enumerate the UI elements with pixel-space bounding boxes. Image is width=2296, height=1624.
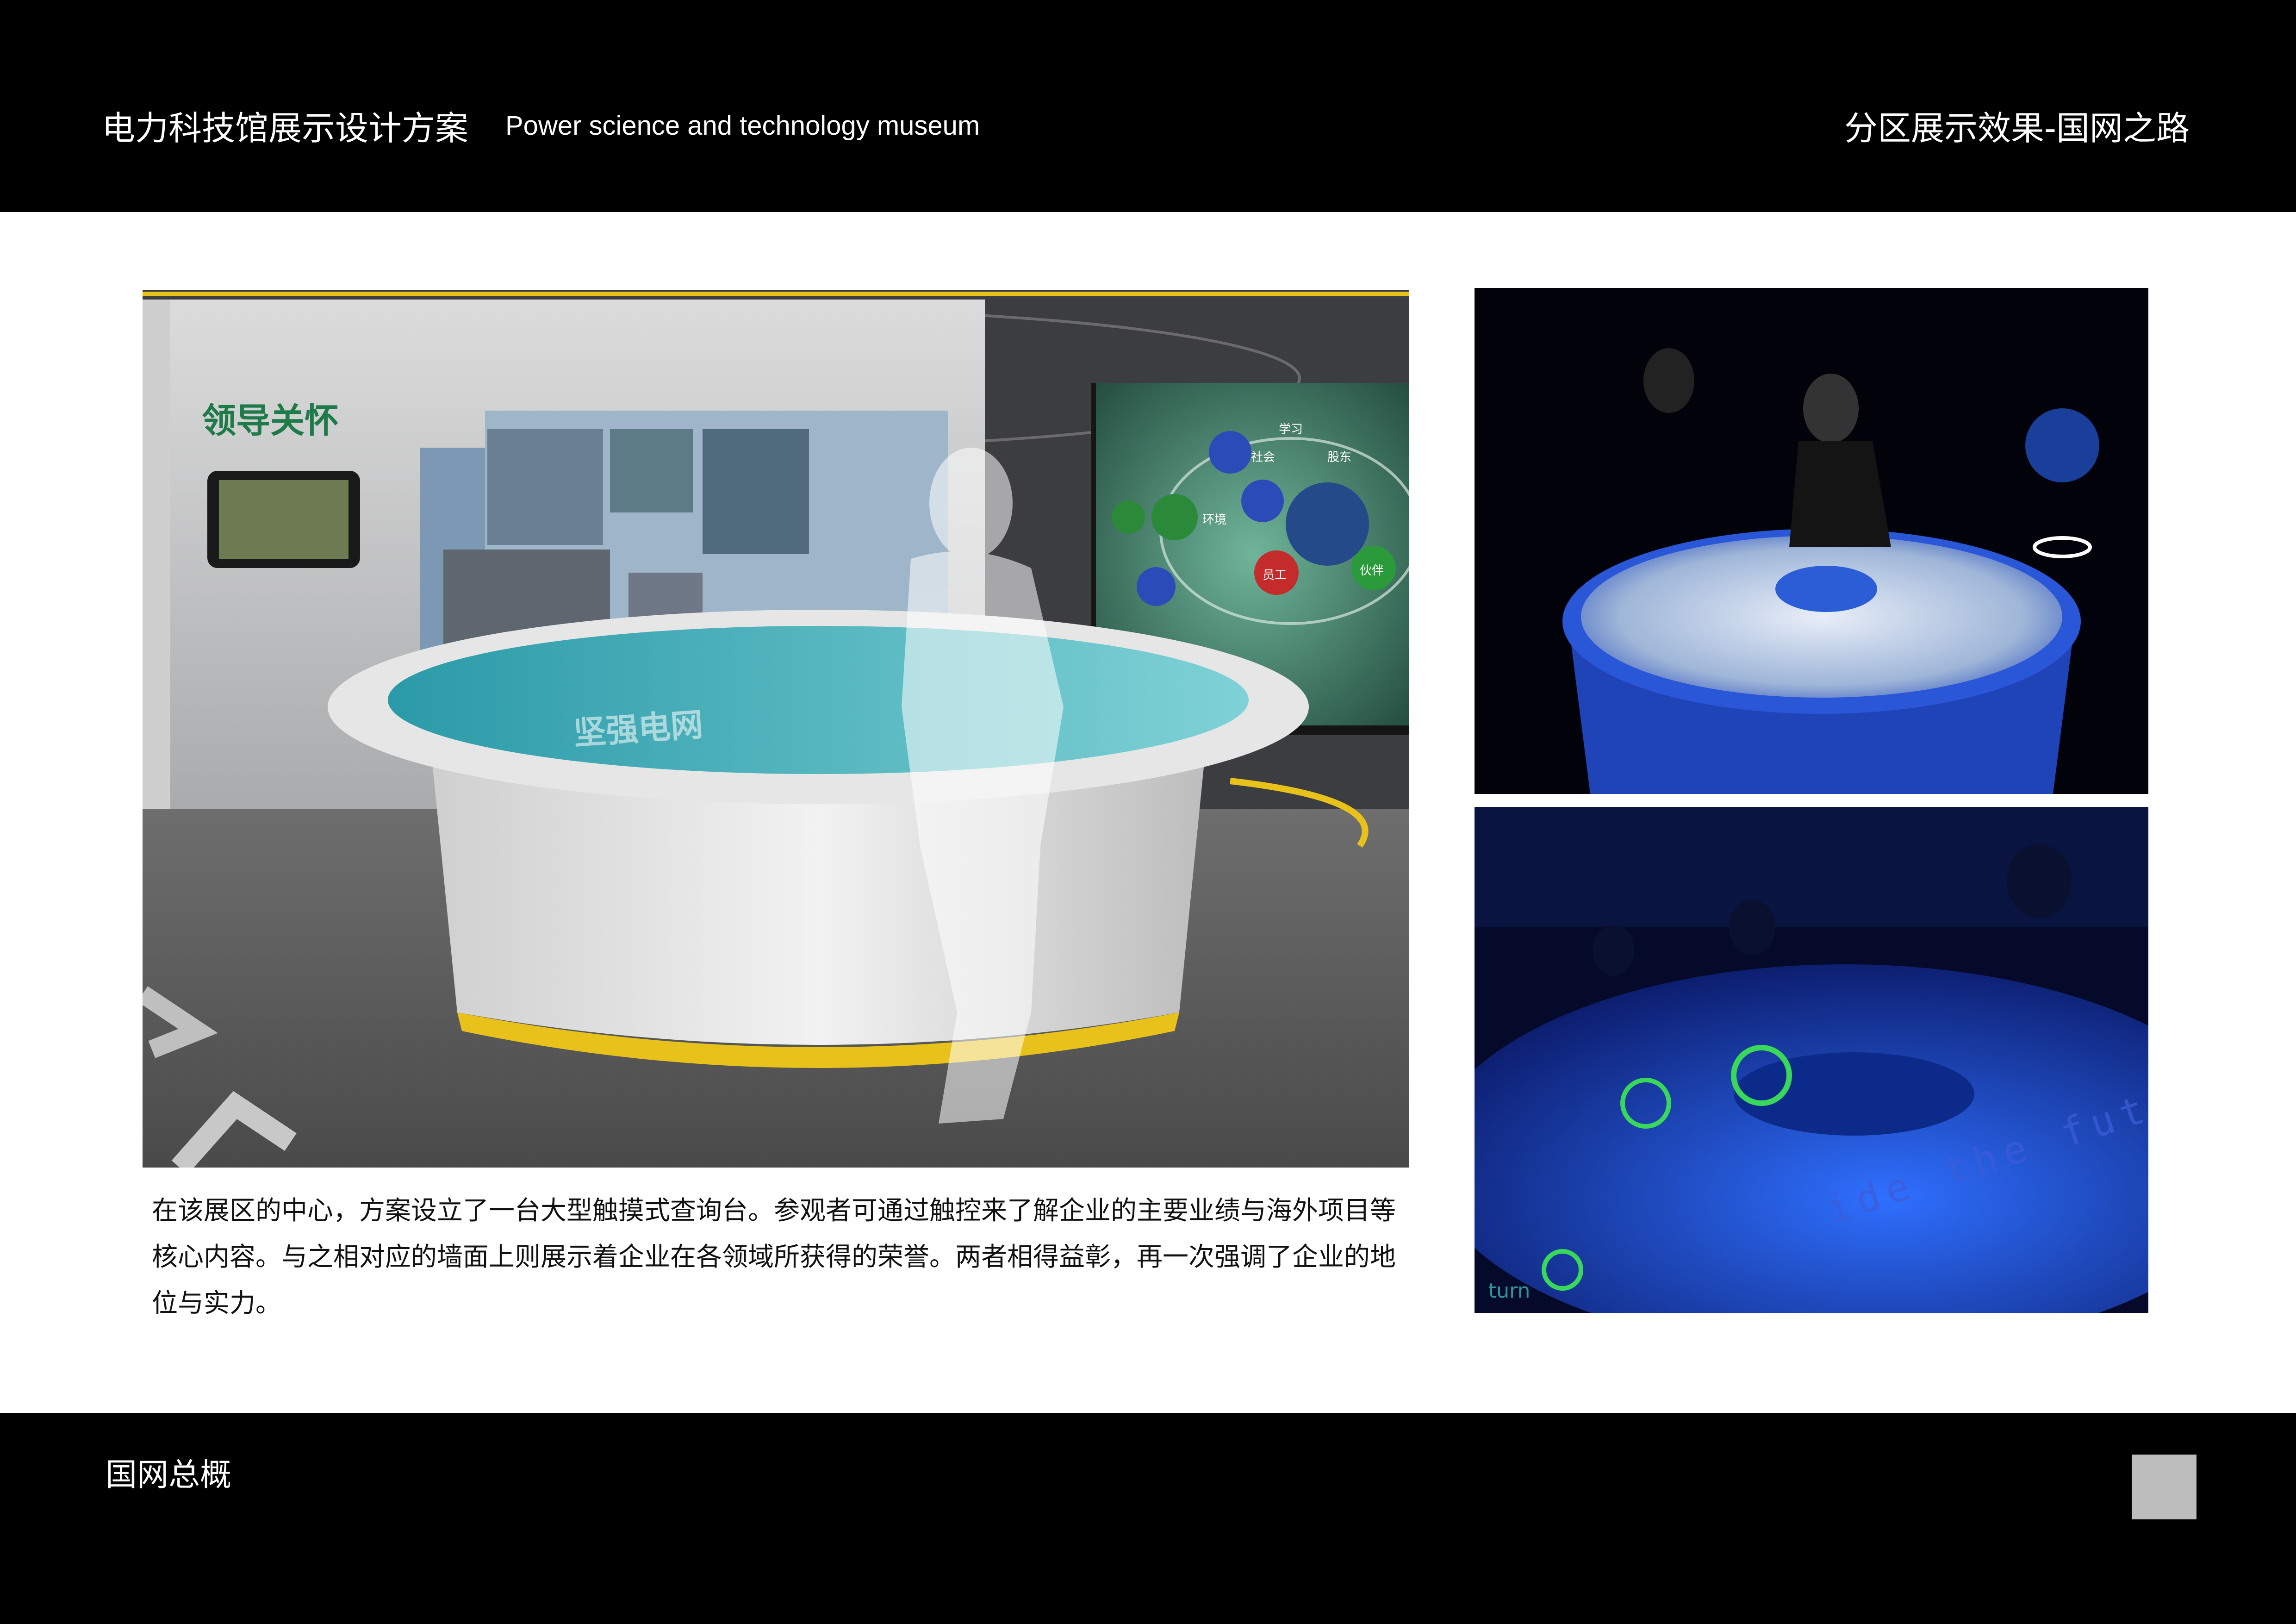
render-node-label: 股东: [1327, 450, 1352, 464]
touch-table-photo-bottom: ide the future turn: [1475, 807, 2148, 1313]
section-title: 分区展示效果-国网之路: [1844, 109, 2190, 148]
render-node-label: 社会: [1251, 450, 1276, 464]
render-node-label: 环境: [1202, 513, 1227, 527]
footer-label: 国网总概: [106, 1457, 232, 1493]
footer-band: 国网总概: [0, 1413, 2296, 1624]
touch-table-illustration: [1475, 288, 2148, 794]
table-corner-text: turn: [1488, 1279, 1531, 1303]
document-title: 电力科技馆展示设计方案: [102, 109, 469, 148]
page-marker-box: [2132, 1455, 2196, 1519]
render-node-label: 员工: [1263, 568, 1287, 582]
render-node-label: 学习: [1279, 423, 1303, 437]
header-band: 电力科技馆展示设计方案 Power science and technology…: [0, 0, 2296, 212]
touch-table-photo-top: [1475, 288, 2148, 794]
description-text: 在该展区的中心，方案设立了一台大型触摸式查询台。参观者可通过触控来了解企业的主要…: [152, 1196, 1396, 1318]
document-subtitle: Power science and technology museum: [505, 111, 980, 141]
render-wall-title: 领导关怀: [202, 401, 339, 441]
group-table-illustration: [1475, 807, 2148, 1313]
exhibition-render-image: 领导关怀 坚强电网 学习 社会 股东 环境 员工 伙伴: [143, 290, 1409, 1168]
render-node-label: 伙伴: [1360, 564, 1384, 578]
